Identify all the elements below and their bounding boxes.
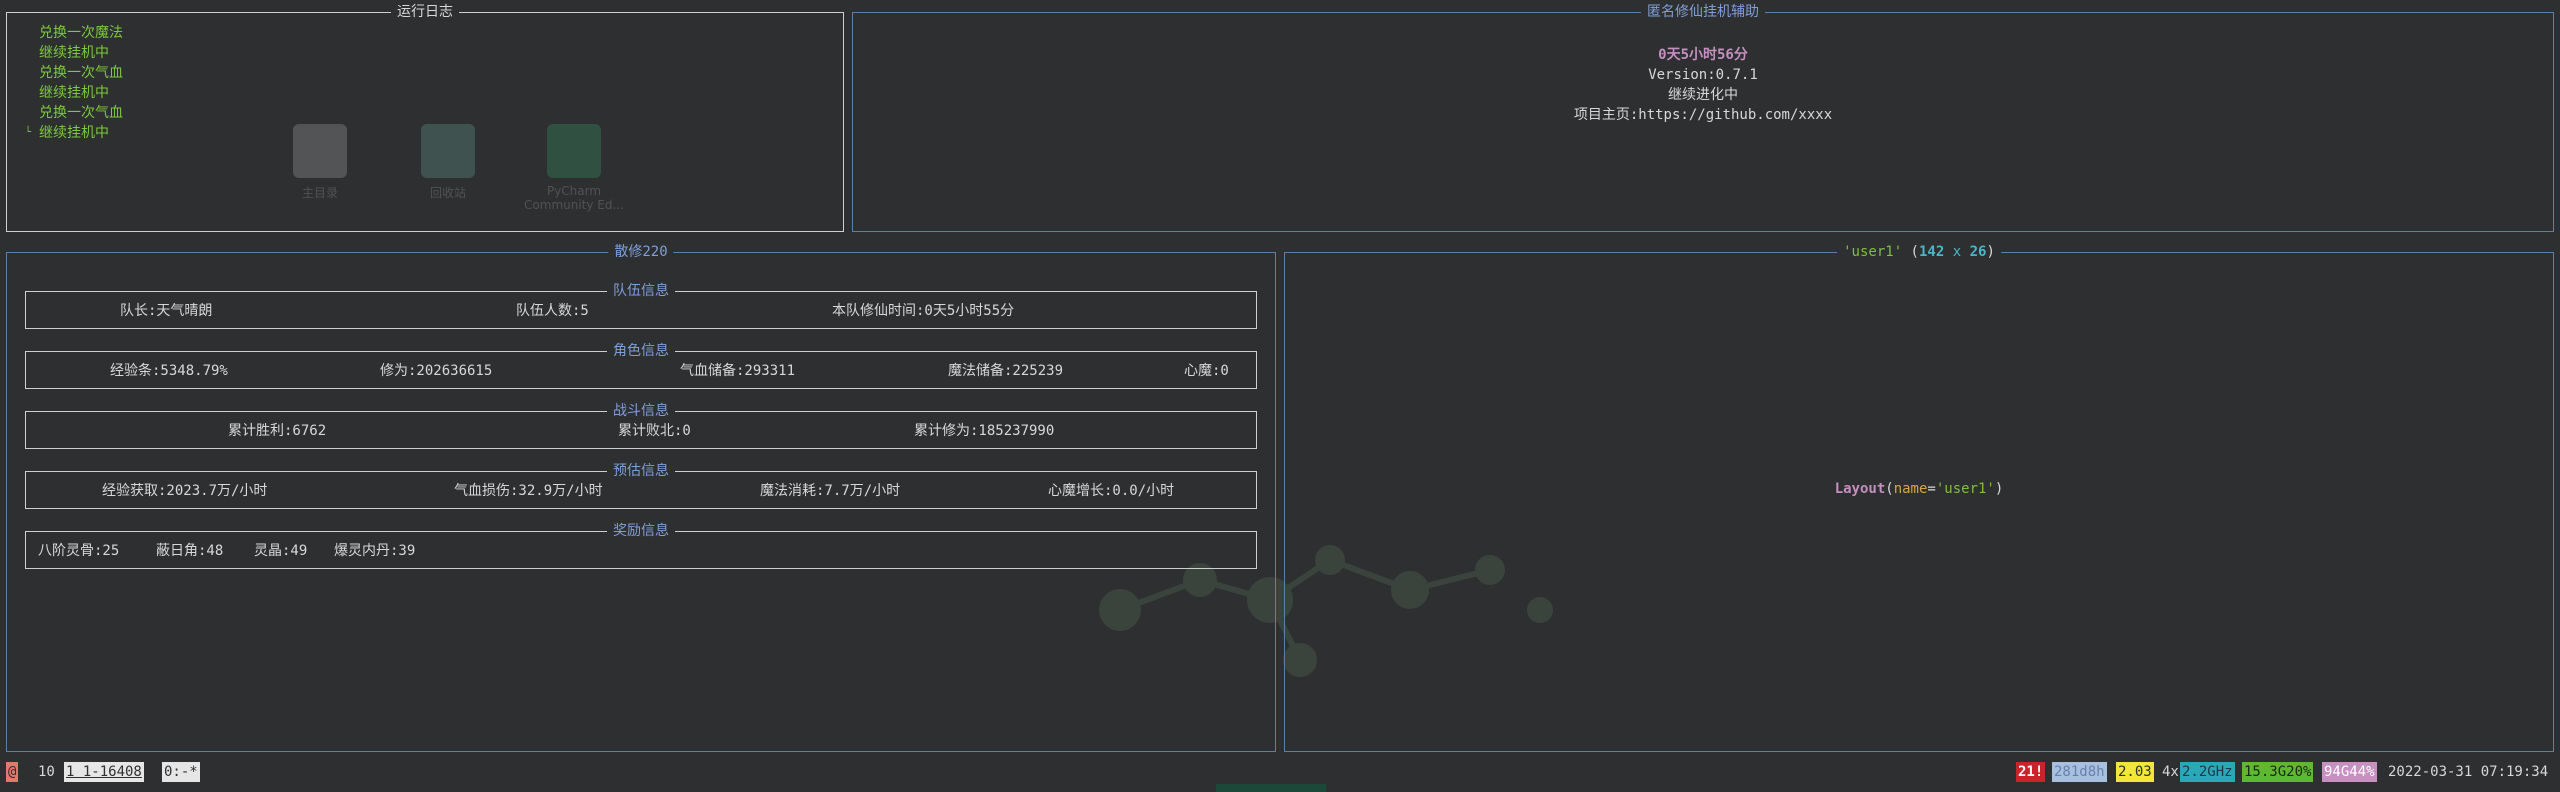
homepage-link[interactable]: 项目主页:https://github.com/xxxx — [853, 105, 2553, 125]
app-info-title: 匿名修仙挂机辅助 — [1641, 4, 1765, 20]
mp-reserve-value: 魔法储备:225239 — [948, 363, 1064, 379]
reward-info-section: 奖励信息 八阶灵骨:25 蔽日角:48 灵晶:49 爆灵内丹:39 — [25, 523, 1257, 569]
reward-pill: 爆灵内丹:39 — [334, 543, 416, 559]
log-line: 兑换一次气血 — [39, 105, 123, 121]
team-info-section: 队伍信息 队长:天气晴朗 队伍人数:5 本队修仙时间:0天5小时55分 — [25, 283, 1257, 329]
team-cultivation-time: 本队修仙时间:0天5小时55分 — [832, 303, 1015, 319]
cpu-frequency-badge: 2.2GHz — [2180, 762, 2235, 782]
mp-cost-rate: 魔法消耗:7.7万/小时 — [760, 483, 901, 499]
session-number: 10 — [38, 764, 55, 780]
status-text: 继续进化中 — [1668, 87, 1738, 103]
demon-growth-rate: 心魔增长:0.0/小时 — [1048, 483, 1175, 499]
window-tab[interactable]: 0:-* — [162, 762, 200, 782]
stats-panel-title: 散修220 — [608, 244, 674, 260]
estimate-info-section: 预估信息 经验获取:2023.7万/小时 气血损伤:32.9万/小时 魔法消耗:… — [25, 463, 1257, 509]
reward-horn: 蔽日角:48 — [156, 543, 224, 559]
log-line: 兑换一次气血 — [39, 65, 123, 81]
total-cultivation: 累计修为:185237990 — [914, 423, 1055, 439]
app-info-panel: 匿名修仙挂机辅助 0天5小时56分 Version:0.7.1 继续进化中 项目… — [852, 4, 2554, 232]
runtime-text: 0天5小时56分 — [1658, 47, 1748, 63]
cursor-caret-icon: └ — [25, 127, 32, 138]
session-indicator[interactable]: @ — [6, 762, 19, 782]
total-losses: 累计败北:0 — [618, 423, 691, 439]
layout-placeholder-panel: 'user1' (142 x 26) Layout(name='user1') — [1284, 244, 2554, 752]
demon-value: 心魔:0 — [1184, 363, 1229, 379]
total-wins: 累计胜利:6762 — [228, 423, 327, 439]
role-info-section: 角色信息 经验条:5348.79% 修为:202636615 气血储备:2933… — [25, 343, 1257, 389]
tmux-status-bar: @ 10 1 1-16408 0:-* 21! 281d8h 2.03 4x 2… — [0, 758, 2560, 786]
log-line: 继续挂机中 — [39, 85, 109, 101]
reward-crystal: 灵晶:49 — [254, 543, 308, 559]
uptime-badge: 281d8h — [2052, 762, 2107, 782]
team-leader: 队长:天气晴朗 — [120, 303, 213, 319]
layout-repr-text: Layout(name='user1') — [1834, 481, 2004, 497]
reward-bone: 八阶灵骨:25 — [38, 543, 120, 559]
load-average-badge: 2.03 — [2116, 762, 2154, 782]
disk-usage-badge: 94G44% — [2322, 762, 2377, 782]
exp-bar-value: 经验条:5348.79% — [110, 363, 228, 379]
cultivation-value: 修为:202636615 — [380, 363, 493, 379]
log-line: └ 继续挂机中 — [25, 125, 109, 141]
hp-reserve-value: 气血储备:293311 — [680, 363, 796, 379]
version-text: Version:0.7.1 — [1648, 67, 1758, 83]
alert-count-badge: 21! — [2016, 762, 2046, 782]
character-stats-panel: 散修220 队伍信息 队长:天气晴朗 队伍人数:5 本队修仙时间:0天5小时55… — [6, 244, 1276, 752]
datetime-text: 2022-03-31 07:19:34 — [2388, 764, 2549, 780]
log-line: 兑换一次魔法 — [39, 25, 123, 41]
run-log-title: 运行日志 — [391, 4, 459, 20]
memory-usage-badge: 15.3G20% — [2242, 762, 2314, 782]
cpu-count-text: 4x — [2162, 764, 2179, 780]
log-line: 继续挂机中 — [39, 45, 109, 61]
battle-info-section: 战斗信息 累计胜利:6762 累计败北:0 累计修为:185237990 — [25, 403, 1257, 449]
exp-gain-rate: 经验获取:2023.7万/小时 — [102, 483, 268, 499]
layout-panel-title: 'user1' (142 x 26) — [1837, 244, 2001, 260]
run-log-panel: 运行日志 兑换一次魔法 继续挂机中 兑换一次气血 继续挂机中 兑换一次气血 └ 继… — [6, 4, 844, 232]
window-tab-active[interactable]: 1 1-16408 — [64, 762, 144, 782]
taskbar-indicator — [1216, 784, 1326, 792]
log-lines: 兑换一次魔法 继续挂机中 兑换一次气血 继续挂机中 兑换一次气血 └ 继续挂机中 — [25, 23, 123, 143]
hp-damage-rate: 气血损伤:32.9万/小时 — [454, 483, 603, 499]
team-size: 队伍人数:5 — [516, 303, 589, 319]
